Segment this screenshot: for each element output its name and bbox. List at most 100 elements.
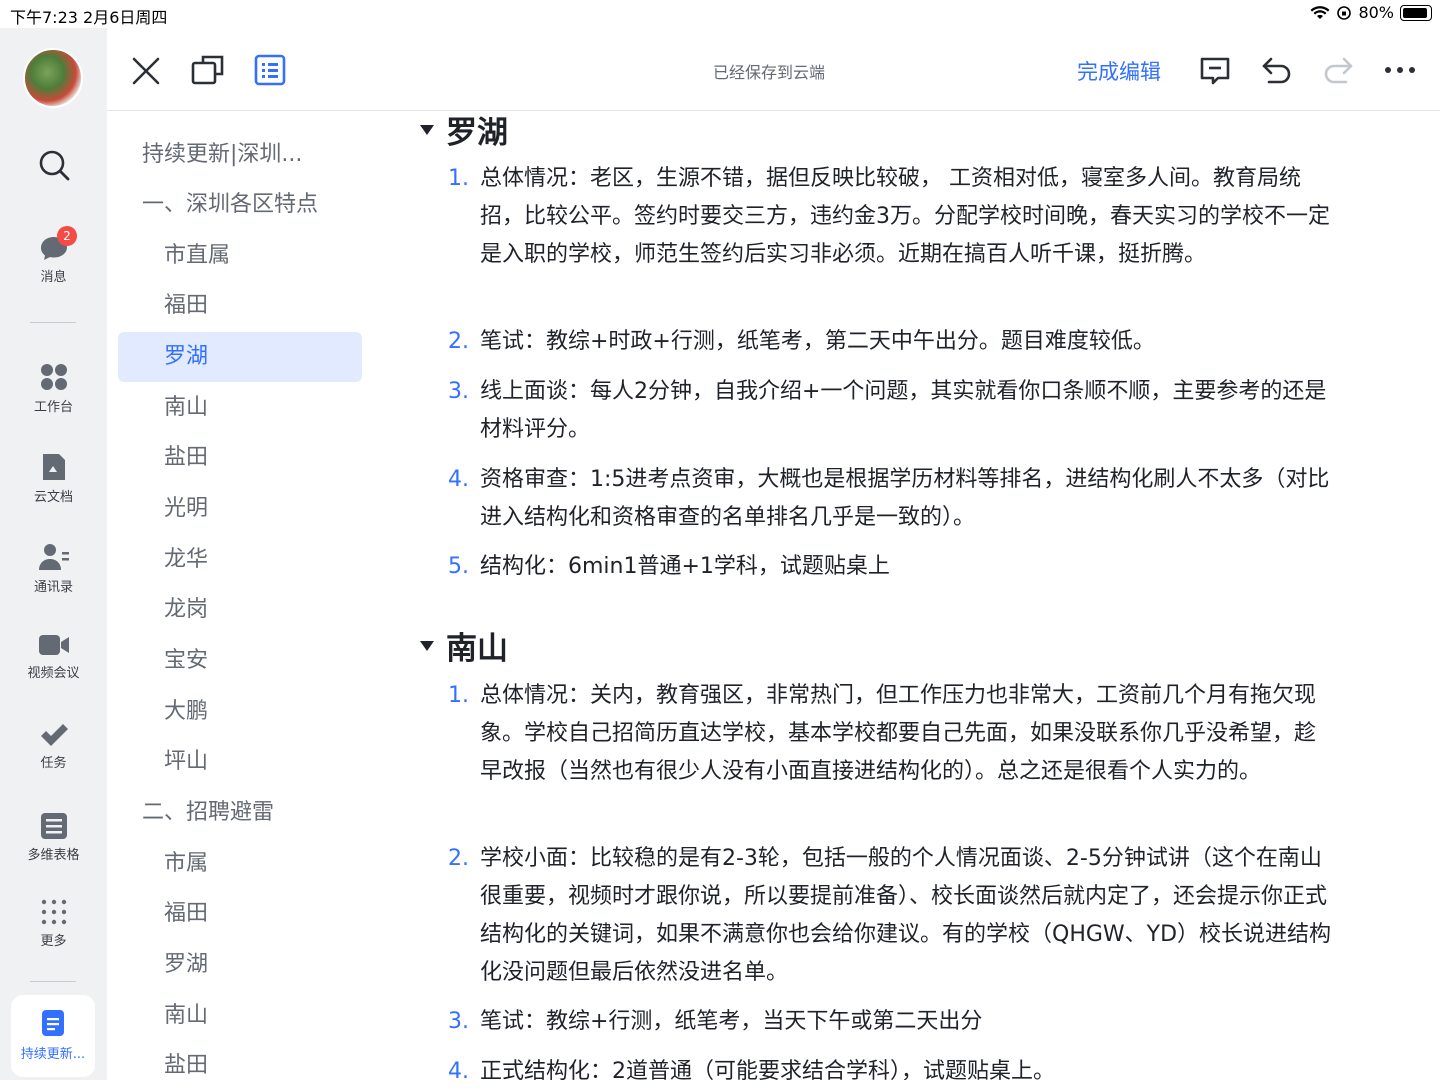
rail-base[interactable]: 多维表格: [0, 812, 107, 863]
list-item[interactable]: 4. 正式结构化：2道普通（可能要求结合学科），试题贴桌上。: [448, 1053, 1333, 1080]
rail-contacts-label: 通讯录: [33, 580, 73, 595]
rail-active-doc-label: 持续更新...: [20, 1047, 86, 1062]
video-camera-icon: [38, 635, 69, 655]
close-icon[interactable]: [131, 56, 161, 86]
outline-item[interactable]: 盐田: [164, 433, 208, 483]
status-right: 80%: [1310, 3, 1432, 22]
workbench-icon: [40, 364, 67, 390]
rail-divider: [30, 981, 76, 982]
outline-item[interactable]: 罗湖: [164, 940, 208, 990]
comment-icon[interactable]: [1199, 56, 1231, 86]
list-number: 5.: [448, 554, 469, 579]
search-button[interactable]: [0, 148, 107, 182]
list-number: 1.: [448, 166, 469, 191]
outline-toggle-icon[interactable]: [254, 54, 286, 86]
checkmark-icon: [40, 724, 68, 746]
list-item[interactable]: 4. 资格审查：1:5进考点资审，大概也是根据学历材料等排名，进结构化刷人不太多…: [448, 461, 1333, 537]
rail-more-label: 更多: [40, 934, 67, 949]
docs-icon: [42, 454, 65, 480]
status-bar: 下午7:23 2月6日周四 80%: [0, 0, 1440, 28]
list-text: 笔试：教综+时政+行测，纸笔考，第二天中午出分。题目难度较低。: [480, 329, 1155, 354]
outline-item[interactable]: 光明: [164, 484, 208, 534]
list-item[interactable]: 5. 结构化：6min1普通+1学科，试题贴桌上: [448, 548, 1333, 586]
list-text: 笔试：教综+行测，纸笔考，当天下午或第二天出分: [480, 1009, 983, 1034]
done-editing-button[interactable]: 完成编辑: [1077, 56, 1161, 86]
rail-tasks-label: 任务: [40, 756, 67, 771]
rail-contacts[interactable]: 通讯录: [0, 542, 107, 595]
list-item[interactable]: 3. 笔试：教综+行测，纸笔考，当天下午或第二天出分: [448, 1003, 1333, 1041]
outline-item[interactable]: 南山: [164, 991, 208, 1041]
outline-item-active[interactable]: 罗湖: [118, 332, 362, 382]
rail-workbench-label: 工作台: [33, 400, 73, 415]
outline-item[interactable]: 一、深圳各区特点: [142, 180, 318, 230]
list-item[interactable]: 2. 笔试：教综+时政+行测，纸笔考，第二天中午出分。题目难度较低。: [448, 323, 1333, 361]
table-icon: [40, 813, 67, 839]
rail-messages-label: 消息: [40, 270, 67, 285]
list-text: 总体情况：老区，生源不错，据但反映比较破， 工资相对低，寝室多人间。教育局统招，…: [480, 166, 1330, 267]
outline-item[interactable]: 持续更新|深圳...: [142, 130, 302, 180]
outline-item[interactable]: 龙岗: [164, 585, 208, 635]
undo-icon[interactable]: [1261, 56, 1293, 86]
rail-base-label: 多维表格: [27, 848, 80, 863]
outline-item[interactable]: 市直属: [164, 231, 230, 281]
rail-meeting-label: 视频会议: [27, 666, 80, 681]
list-text: 结构化：6min1普通+1学科，试题贴桌上: [480, 554, 890, 579]
list-item[interactable]: 1. 总体情况：老区，生源不错，据但反映比较破， 工资相对低，寝室多人间。教育局…: [448, 160, 1333, 274]
section-heading[interactable]: 南山: [420, 623, 508, 668]
list-text: 正式结构化：2道普通（可能要求结合学科），试题贴桌上。: [480, 1059, 1055, 1080]
outline-item[interactable]: 南山: [164, 383, 208, 433]
list-item[interactable]: 2. 学校小面：比较稳的是有2-3轮，包括一般的个人情况面谈、2-5分钟试讲（这…: [448, 840, 1333, 992]
rail-divider: [30, 322, 76, 323]
document-body[interactable]: 罗湖 1. 总体情况：老区，生源不错，据但反映比较破， 工资相对低，寝室多人间。…: [400, 111, 1440, 1080]
battery-percent: 80%: [1358, 3, 1394, 22]
rail-tasks[interactable]: 任务: [0, 722, 107, 771]
outline-item[interactable]: 福田: [164, 281, 208, 331]
left-rail: 2 消息 工作台 云文档 通讯录 视频会议 任务 多维表格 更多 持续更新...: [0, 28, 107, 1080]
outline-item[interactable]: 坪山: [164, 737, 208, 787]
redo-icon[interactable]: [1322, 56, 1354, 86]
wifi-icon: [1310, 5, 1330, 19]
document-icon: [42, 1010, 64, 1036]
doc-toolbar: 已经保存到云端 完成编辑: [107, 28, 1440, 111]
status-time: 下午7:23 2月6日周四: [10, 8, 168, 27]
collapse-caret-icon[interactable]: [420, 640, 434, 651]
rail-workbench[interactable]: 工作台: [0, 362, 107, 415]
search-icon: [39, 150, 69, 181]
outline-panel: 持续更新|深圳... 一、深圳各区特点 市直属 福田 罗湖 南山 盐田 光明 龙…: [107, 111, 397, 1080]
rail-docs[interactable]: 云文档: [0, 452, 107, 505]
outline-item[interactable]: 二、招聘避雷: [142, 788, 274, 838]
list-text: 总体情况：关内，教育强区，非常热门，但工作压力也非常大，工资前几个月有拖欠现象。…: [480, 683, 1317, 784]
list-number: 4.: [448, 1059, 469, 1080]
new-window-icon[interactable]: [191, 54, 225, 86]
list-text: 线上面谈：每人2分钟，自我介绍+一个问题，其实就看你口条顺不顺，主要参考的还是材…: [480, 379, 1327, 442]
list-number: 3.: [448, 1009, 469, 1034]
battery-icon: [1400, 4, 1432, 21]
outline-item[interactable]: 盐田: [164, 1041, 208, 1091]
outline-item[interactable]: 大鹏: [164, 687, 208, 737]
list-item[interactable]: 1. 总体情况：关内，教育强区，非常热门，但工作压力也非常大，工资前几个月有拖欠…: [448, 677, 1333, 791]
list-item[interactable]: 3. 线上面谈：每人2分钟，自我介绍+一个问题，其实就看你口条顺不顺，主要参考的…: [448, 373, 1333, 449]
outline-item[interactable]: 宝安: [164, 636, 208, 686]
more-options-icon[interactable]: [1384, 66, 1416, 74]
outline-item[interactable]: 福田: [164, 889, 208, 939]
messages-badge: 2: [57, 226, 77, 246]
collapse-caret-icon[interactable]: [420, 124, 434, 135]
outline-item[interactable]: 龙华: [164, 535, 208, 585]
rail-messages[interactable]: 2 消息: [0, 226, 107, 285]
outline-item[interactable]: 市属: [164, 839, 208, 889]
avatar[interactable]: [23, 48, 83, 108]
rail-docs-label: 云文档: [33, 490, 73, 505]
rail-more[interactable]: 更多: [0, 898, 107, 949]
list-number: 3.: [448, 379, 469, 404]
list-number: 4.: [448, 467, 469, 492]
list-text: 资格审查：1:5进考点资审，大概也是根据学历材料等排名，进结构化刷人不太多（对比…: [480, 467, 1330, 530]
rail-meeting[interactable]: 视频会议: [0, 632, 107, 681]
list-number: 1.: [448, 683, 469, 708]
section-heading[interactable]: 罗湖: [420, 111, 508, 152]
rail-active-doc[interactable]: 持续更新...: [11, 995, 95, 1077]
list-number: 2.: [448, 329, 469, 354]
section-title: 罗湖: [446, 115, 508, 151]
more-grid-icon: [41, 899, 66, 925]
section-title: 南山: [446, 631, 508, 667]
contacts-icon: [38, 544, 69, 570]
